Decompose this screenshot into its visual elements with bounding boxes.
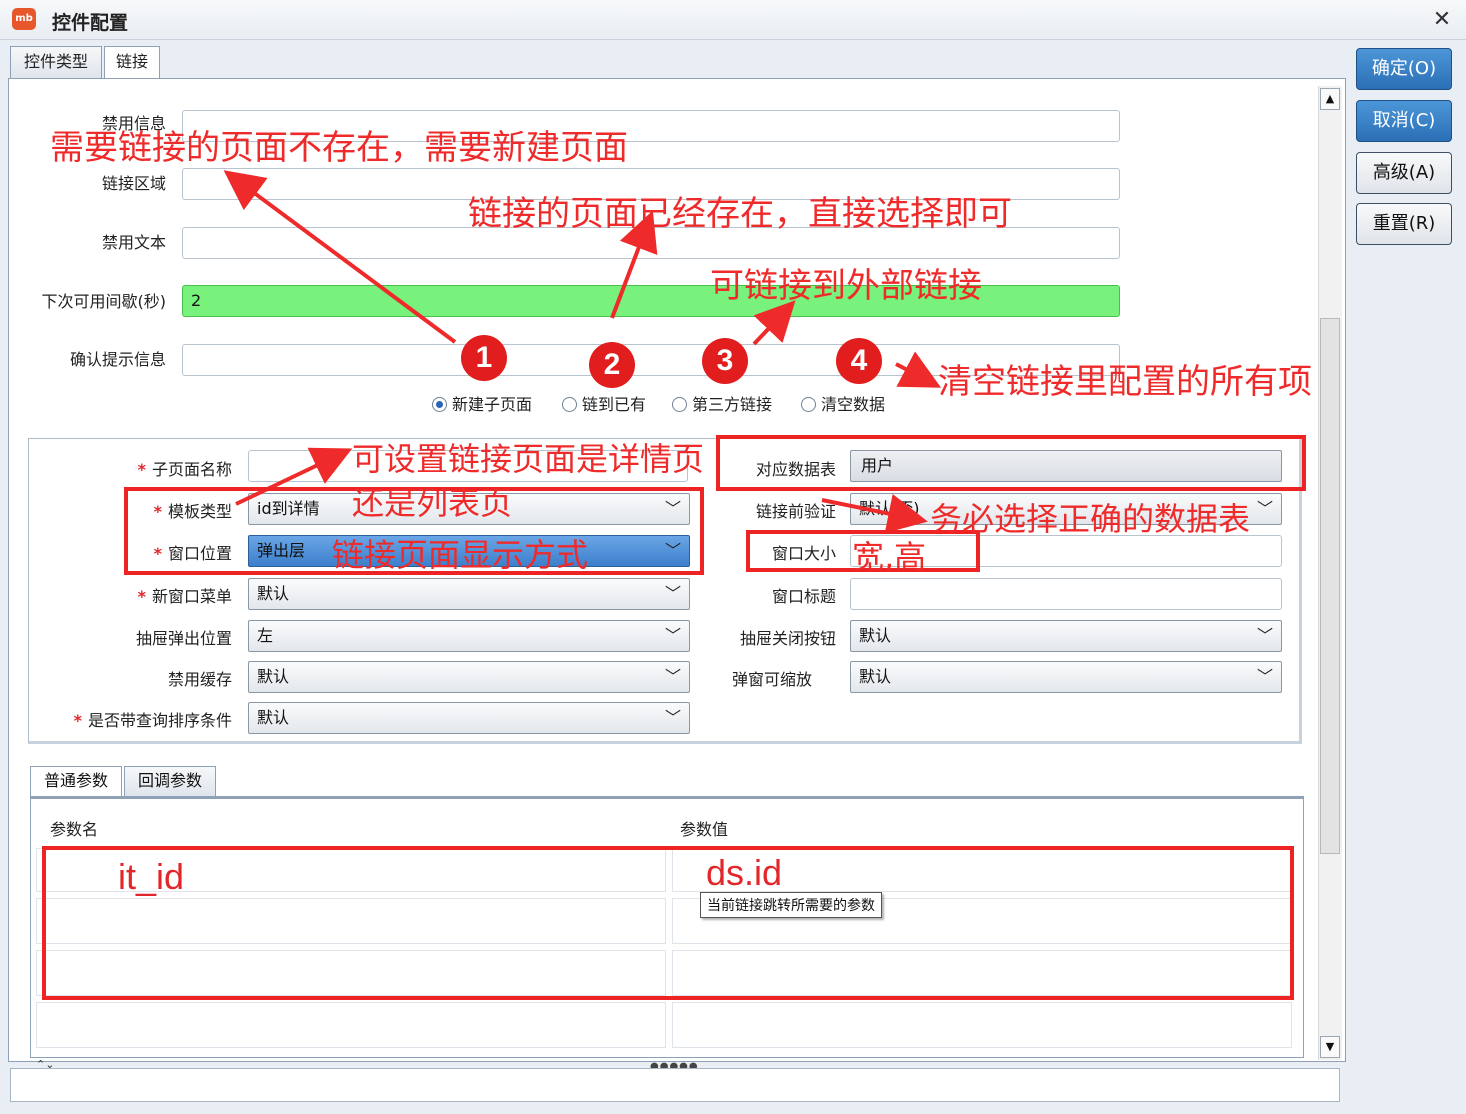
step-4-badge: 4 bbox=[836, 338, 882, 384]
step-1-badge: 1 bbox=[461, 335, 507, 381]
arrow-3 bbox=[752, 300, 796, 346]
param-value-example: ds.id bbox=[706, 852, 783, 893]
annotation-clear-all: 清空链接里配置的所有项 bbox=[938, 362, 1312, 402]
param-name-example: it_id bbox=[118, 856, 185, 897]
highlight-datatable bbox=[716, 435, 1306, 491]
step-3-badge: 3 bbox=[702, 338, 748, 384]
annotation-new-page: 需要链接的页面不存在，需要新建页面 bbox=[50, 128, 628, 168]
annotation-detail-or-list: 可设置链接页面是详情页 bbox=[352, 440, 705, 478]
annotation-datatable: 务必选择正确的数据表 bbox=[930, 500, 1251, 538]
annotation-display-mode: 链接页面显示方式 bbox=[332, 536, 589, 574]
arrow-7 bbox=[821, 494, 928, 534]
highlight-params bbox=[42, 846, 1294, 1000]
annotation-detail-or-list-2: 还是列表页 bbox=[352, 484, 513, 522]
annotation-external-link: 可链接到外部链接 bbox=[710, 266, 982, 306]
annotation-existing-page: 链接的页面已经存在，直接选择即可 bbox=[468, 194, 1012, 234]
arrow-4 bbox=[895, 351, 942, 388]
step-2-badge: 2 bbox=[589, 342, 635, 388]
arrow-1 bbox=[223, 170, 457, 344]
annotation-width-height: 宽,高 bbox=[852, 538, 927, 576]
